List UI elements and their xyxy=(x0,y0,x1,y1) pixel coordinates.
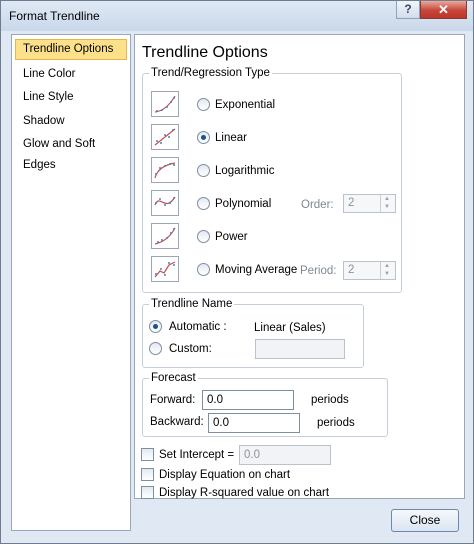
window-close-button[interactable]: ✕ xyxy=(420,1,467,19)
forward-label: Forward: xyxy=(150,394,196,406)
trend-type-legend: Trend/Regression Type xyxy=(149,66,272,80)
display-rsquared-checkbox[interactable] xyxy=(141,486,154,499)
trendline-name-group: Trendline Name Automatic : Linear (Sales… xyxy=(142,297,364,368)
moving-average-label[interactable]: Moving Average xyxy=(215,263,297,277)
display-equation-label[interactable]: Display Equation on chart xyxy=(159,468,290,482)
automatic-name-radio[interactable] xyxy=(149,320,162,333)
exponential-radio[interactable] xyxy=(197,98,210,111)
sidebar-item-trendline-options[interactable]: Trendline Options xyxy=(15,39,127,60)
period-spinner[interactable]: 2 ▲ ▼ xyxy=(343,261,396,280)
spin-up-icon[interactable]: ▲ xyxy=(384,263,390,269)
sidebar-item-shadow[interactable]: Shadow xyxy=(15,111,127,132)
period-spin-arrows[interactable]: ▲ ▼ xyxy=(380,262,395,279)
polynomial-label[interactable]: Polynomial xyxy=(215,197,271,211)
custom-name-input[interactable] xyxy=(255,339,345,359)
forward-unit: periods xyxy=(311,394,349,406)
logarithmic-label[interactable]: Logarithmic xyxy=(215,164,274,178)
set-intercept-checkbox[interactable] xyxy=(141,448,154,461)
power-label[interactable]: Power xyxy=(215,230,248,244)
moving-average-radio[interactable] xyxy=(197,263,210,276)
automatic-name-value: Linear (Sales) xyxy=(254,322,326,334)
set-intercept-label[interactable]: Set Intercept = xyxy=(159,448,234,462)
forecast-group: Forecast Forward: 0.0 periods Backward: … xyxy=(142,371,388,437)
spin-up-icon[interactable]: ▲ xyxy=(384,196,390,202)
window-title: Format Trendline xyxy=(9,9,100,23)
trend-type-group: Trend/Regression Type Exponential Linear… xyxy=(142,66,402,293)
automatic-name-label[interactable]: Automatic : xyxy=(169,320,227,334)
linear-label[interactable]: Linear xyxy=(215,131,247,145)
polynomial-chart-icon xyxy=(151,190,179,216)
custom-name-radio[interactable] xyxy=(149,342,162,355)
exponential-label[interactable]: Exponential xyxy=(215,98,275,112)
trendline-name-legend: Trendline Name xyxy=(149,297,235,311)
backward-unit: periods xyxy=(317,417,355,429)
order-label: Order: xyxy=(301,199,334,211)
linear-chart-icon xyxy=(151,124,179,150)
linear-radio[interactable] xyxy=(197,131,210,144)
power-radio[interactable] xyxy=(197,230,210,243)
logarithmic-chart-icon xyxy=(151,157,179,183)
display-rsquared-label[interactable]: Display R-squared value on chart xyxy=(159,486,329,500)
set-intercept-input[interactable]: 0.0 xyxy=(239,445,331,465)
polynomial-radio[interactable] xyxy=(197,197,210,210)
category-sidebar: Trendline Options Line Color Line Style … xyxy=(11,34,131,531)
sidebar-item-line-color[interactable]: Line Color xyxy=(15,64,127,85)
custom-name-label[interactable]: Custom: xyxy=(169,342,212,356)
page-title: Trendline Options xyxy=(142,44,268,61)
options-panel: Trendline Options Trend/Regression Type … xyxy=(134,34,465,499)
exponential-chart-icon xyxy=(151,91,179,117)
period-label: Period: xyxy=(300,265,337,277)
close-button[interactable]: Close xyxy=(391,509,459,532)
title-bar[interactable]: Format Trendline ? ✕ xyxy=(1,1,473,31)
backward-input[interactable]: 0.0 xyxy=(208,413,300,433)
order-value[interactable]: 2 xyxy=(348,197,354,209)
forward-input[interactable]: 0.0 xyxy=(202,390,294,410)
order-spin-arrows[interactable]: ▲ ▼ xyxy=(380,195,395,212)
moving-average-chart-icon xyxy=(151,256,179,282)
sidebar-item-line-style[interactable]: Line Style xyxy=(15,87,127,108)
help-button[interactable]: ? xyxy=(396,1,420,19)
spin-down-icon[interactable]: ▼ xyxy=(384,204,390,210)
power-chart-icon xyxy=(151,223,179,249)
display-equation-checkbox[interactable] xyxy=(141,468,154,481)
forecast-legend: Forecast xyxy=(149,371,198,385)
backward-label: Backward: xyxy=(150,416,204,428)
spin-down-icon[interactable]: ▼ xyxy=(384,271,390,277)
order-spinner[interactable]: 2 ▲ ▼ xyxy=(343,194,396,213)
period-value[interactable]: 2 xyxy=(348,264,354,276)
logarithmic-radio[interactable] xyxy=(197,164,210,177)
format-trendline-dialog: Format Trendline ? ✕ Trendline Options L… xyxy=(0,0,474,544)
sidebar-item-glow-soft-edges[interactable]: Glow and Soft Edges xyxy=(15,134,127,171)
